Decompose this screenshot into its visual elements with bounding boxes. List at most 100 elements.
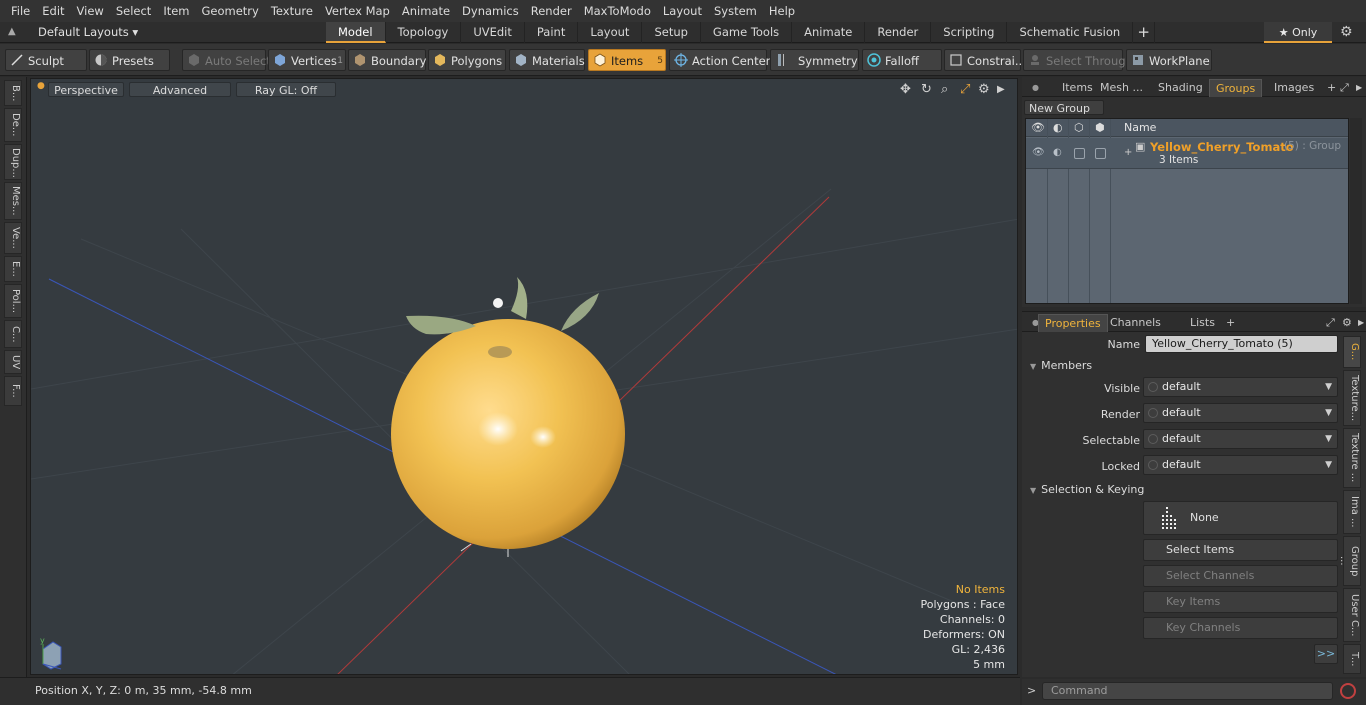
side-tab-user-channels[interactable]: User C... xyxy=(1343,588,1361,642)
row-select-checkbox[interactable] xyxy=(1095,148,1106,159)
visible-dropdown[interactable]: default ▼ xyxy=(1143,377,1338,397)
group-name[interactable]: Yellow_Cherry_Tomato xyxy=(1150,140,1294,154)
menu-edit[interactable]: Edit xyxy=(36,0,70,22)
left-tab-curve[interactable]: C... xyxy=(4,320,22,348)
perspective-button[interactable]: Perspective xyxy=(48,82,124,97)
constraints-button[interactable]: Constrai... xyxy=(944,49,1026,71)
expand-more-button[interactable]: >> xyxy=(1314,644,1338,664)
3d-viewport[interactable]: y ● Perspective Advanced Ray GL: Off ✥ ↻… xyxy=(30,78,1018,675)
left-tab-basic[interactable]: B... xyxy=(4,80,22,106)
viewport-menu-dot-icon[interactable]: ● xyxy=(37,81,45,91)
auto-select-button[interactable]: Auto Select xyxy=(182,49,271,71)
left-tab-uv[interactable]: UV xyxy=(4,350,22,374)
boundary-button[interactable]: Boundary xyxy=(348,49,426,71)
items-button[interactable]: Items 5 xyxy=(588,49,666,71)
tab-paint[interactable]: Paint xyxy=(525,22,579,43)
left-tab-edge[interactable]: E... xyxy=(4,256,22,282)
tab-render[interactable]: Render xyxy=(865,22,932,43)
key-items-button[interactable]: Key Items xyxy=(1143,591,1338,613)
name-column-header[interactable]: Name xyxy=(1124,121,1156,134)
members-section-header[interactable]: ▼ Members xyxy=(1030,359,1092,372)
action-center-button[interactable]: Action Center xyxy=(669,49,770,71)
rotate-view-icon[interactable]: ↻ xyxy=(921,82,932,97)
add-tab-plus-icon[interactable]: + xyxy=(1133,22,1156,43)
row-render-icon[interactable]: ◐ xyxy=(1053,147,1062,158)
menu-view[interactable]: View xyxy=(71,0,110,22)
record-macro-icon[interactable] xyxy=(1340,683,1356,699)
presets-button[interactable]: Presets xyxy=(89,49,170,71)
menu-help[interactable]: Help xyxy=(763,0,801,22)
tab-items[interactable]: Items xyxy=(1056,79,1099,97)
new-group-button[interactable]: New Group xyxy=(1024,100,1104,115)
sculpt-button[interactable]: Sculpt xyxy=(5,49,87,71)
properties-arrow-icon[interactable]: ▶ xyxy=(1352,314,1366,332)
render-dropdown[interactable]: default ▼ xyxy=(1143,403,1338,423)
default-layouts-dropdown[interactable]: Default Layouts ▾ xyxy=(38,25,138,39)
zoom-view-icon[interactable]: ⌕ xyxy=(941,82,948,97)
menu-render[interactable]: Render xyxy=(525,0,578,22)
add-properties-tab-plus-icon[interactable]: + xyxy=(1220,314,1241,332)
falloff-button[interactable]: Falloff xyxy=(862,49,942,71)
lock-cube-icon[interactable]: ⬡ xyxy=(1074,121,1084,134)
polygons-button[interactable]: Polygons xyxy=(428,49,506,71)
table-row[interactable]: 👁 ◐ + ▣ Yellow_Cherry_Tomato (5) : Group… xyxy=(1026,138,1348,169)
menu-geometry[interactable]: Geometry xyxy=(196,0,265,22)
viewport-settings-gear-icon[interactable]: ⚙ xyxy=(978,82,990,97)
viewport-expand-arrow-icon[interactable]: ▶ xyxy=(997,84,1005,95)
left-tab-duplicate[interactable]: Dup... xyxy=(4,144,22,180)
command-input[interactable]: Command xyxy=(1042,682,1333,700)
left-tab-deform[interactable]: De... xyxy=(4,108,22,142)
menu-animate[interactable]: Animate xyxy=(396,0,456,22)
layout-up-arrow-icon[interactable]: ▲ xyxy=(8,26,16,37)
left-tab-mesh[interactable]: Mes... xyxy=(4,182,22,220)
menu-select[interactable]: Select xyxy=(110,0,157,22)
tab-scripting[interactable]: Scripting xyxy=(931,22,1008,43)
row-lock-checkbox[interactable] xyxy=(1074,148,1085,159)
side-tab-t[interactable]: T... xyxy=(1343,644,1361,674)
group-name-field[interactable]: Yellow_Cherry_Tomato (5) xyxy=(1145,335,1338,353)
side-tab-texture-2[interactable]: Texture ... xyxy=(1343,428,1361,488)
panel-arrow-icon[interactable]: ▶ xyxy=(1350,79,1366,97)
panel-dot-icon[interactable]: ● xyxy=(1026,79,1045,97)
side-tab-group-2[interactable]: Group ... xyxy=(1338,536,1361,586)
tab-layout[interactable]: Layout xyxy=(578,22,643,43)
menu-dynamics[interactable]: Dynamics xyxy=(456,0,525,22)
tab-uvedit[interactable]: UVEdit xyxy=(461,22,525,43)
side-tab-image[interactable]: Ima ... xyxy=(1343,490,1361,534)
vertices-button[interactable]: Vertices 1 xyxy=(268,49,346,71)
visibility-eye-icon[interactable]: 👁 xyxy=(1031,121,1045,134)
symmetry-button[interactable]: Symmetry xyxy=(770,49,859,71)
advanced-shading-button[interactable]: Advanced xyxy=(129,82,231,97)
move-view-icon[interactable]: ✥ xyxy=(900,82,911,97)
ray-gl-button[interactable]: Ray GL: Off xyxy=(236,82,336,97)
tab-game-tools[interactable]: Game Tools xyxy=(701,22,793,43)
tab-mesh[interactable]: Mesh ... xyxy=(1094,79,1149,97)
menu-system[interactable]: System xyxy=(708,0,763,22)
menu-texture[interactable]: Texture xyxy=(265,0,319,22)
menu-maxtomodo[interactable]: MaxToModo xyxy=(578,0,657,22)
tab-properties[interactable]: Properties xyxy=(1038,314,1108,332)
tab-animate[interactable]: Animate xyxy=(792,22,866,43)
render-icon[interactable]: ◐ xyxy=(1053,121,1063,134)
selectable-dropdown[interactable]: default ▼ xyxy=(1143,429,1338,449)
maximize-view-icon[interactable]: ⤢ xyxy=(960,82,970,97)
yellow-cherry-tomato-model[interactable] xyxy=(391,277,625,557)
left-tab-fusion[interactable]: F... xyxy=(4,376,22,406)
only-button[interactable]: ★ Only xyxy=(1264,22,1332,43)
none-button[interactable]: None xyxy=(1143,501,1338,535)
tab-groups[interactable]: Groups xyxy=(1209,79,1263,97)
locked-dropdown[interactable]: default ▼ xyxy=(1143,455,1338,475)
tab-channels[interactable]: Channels xyxy=(1104,314,1167,332)
menu-vertex-map[interactable]: Vertex Map xyxy=(319,0,396,22)
workplane-button[interactable]: WorkPlane xyxy=(1126,49,1212,71)
left-tab-polygon[interactable]: Pol... xyxy=(4,284,22,318)
left-tab-vertex[interactable]: Ve... xyxy=(4,222,22,254)
groups-scrollbar[interactable] xyxy=(1350,118,1362,304)
tab-topology[interactable]: Topology xyxy=(386,22,462,43)
select-items-button[interactable]: Select Items xyxy=(1143,539,1338,561)
materials-button[interactable]: Materials xyxy=(509,49,585,71)
select-through-button[interactable]: Select Through xyxy=(1023,49,1133,71)
menu-item[interactable]: Item xyxy=(157,0,195,22)
menu-layout[interactable]: Layout xyxy=(657,0,708,22)
side-tab-group[interactable]: G... xyxy=(1343,336,1361,368)
